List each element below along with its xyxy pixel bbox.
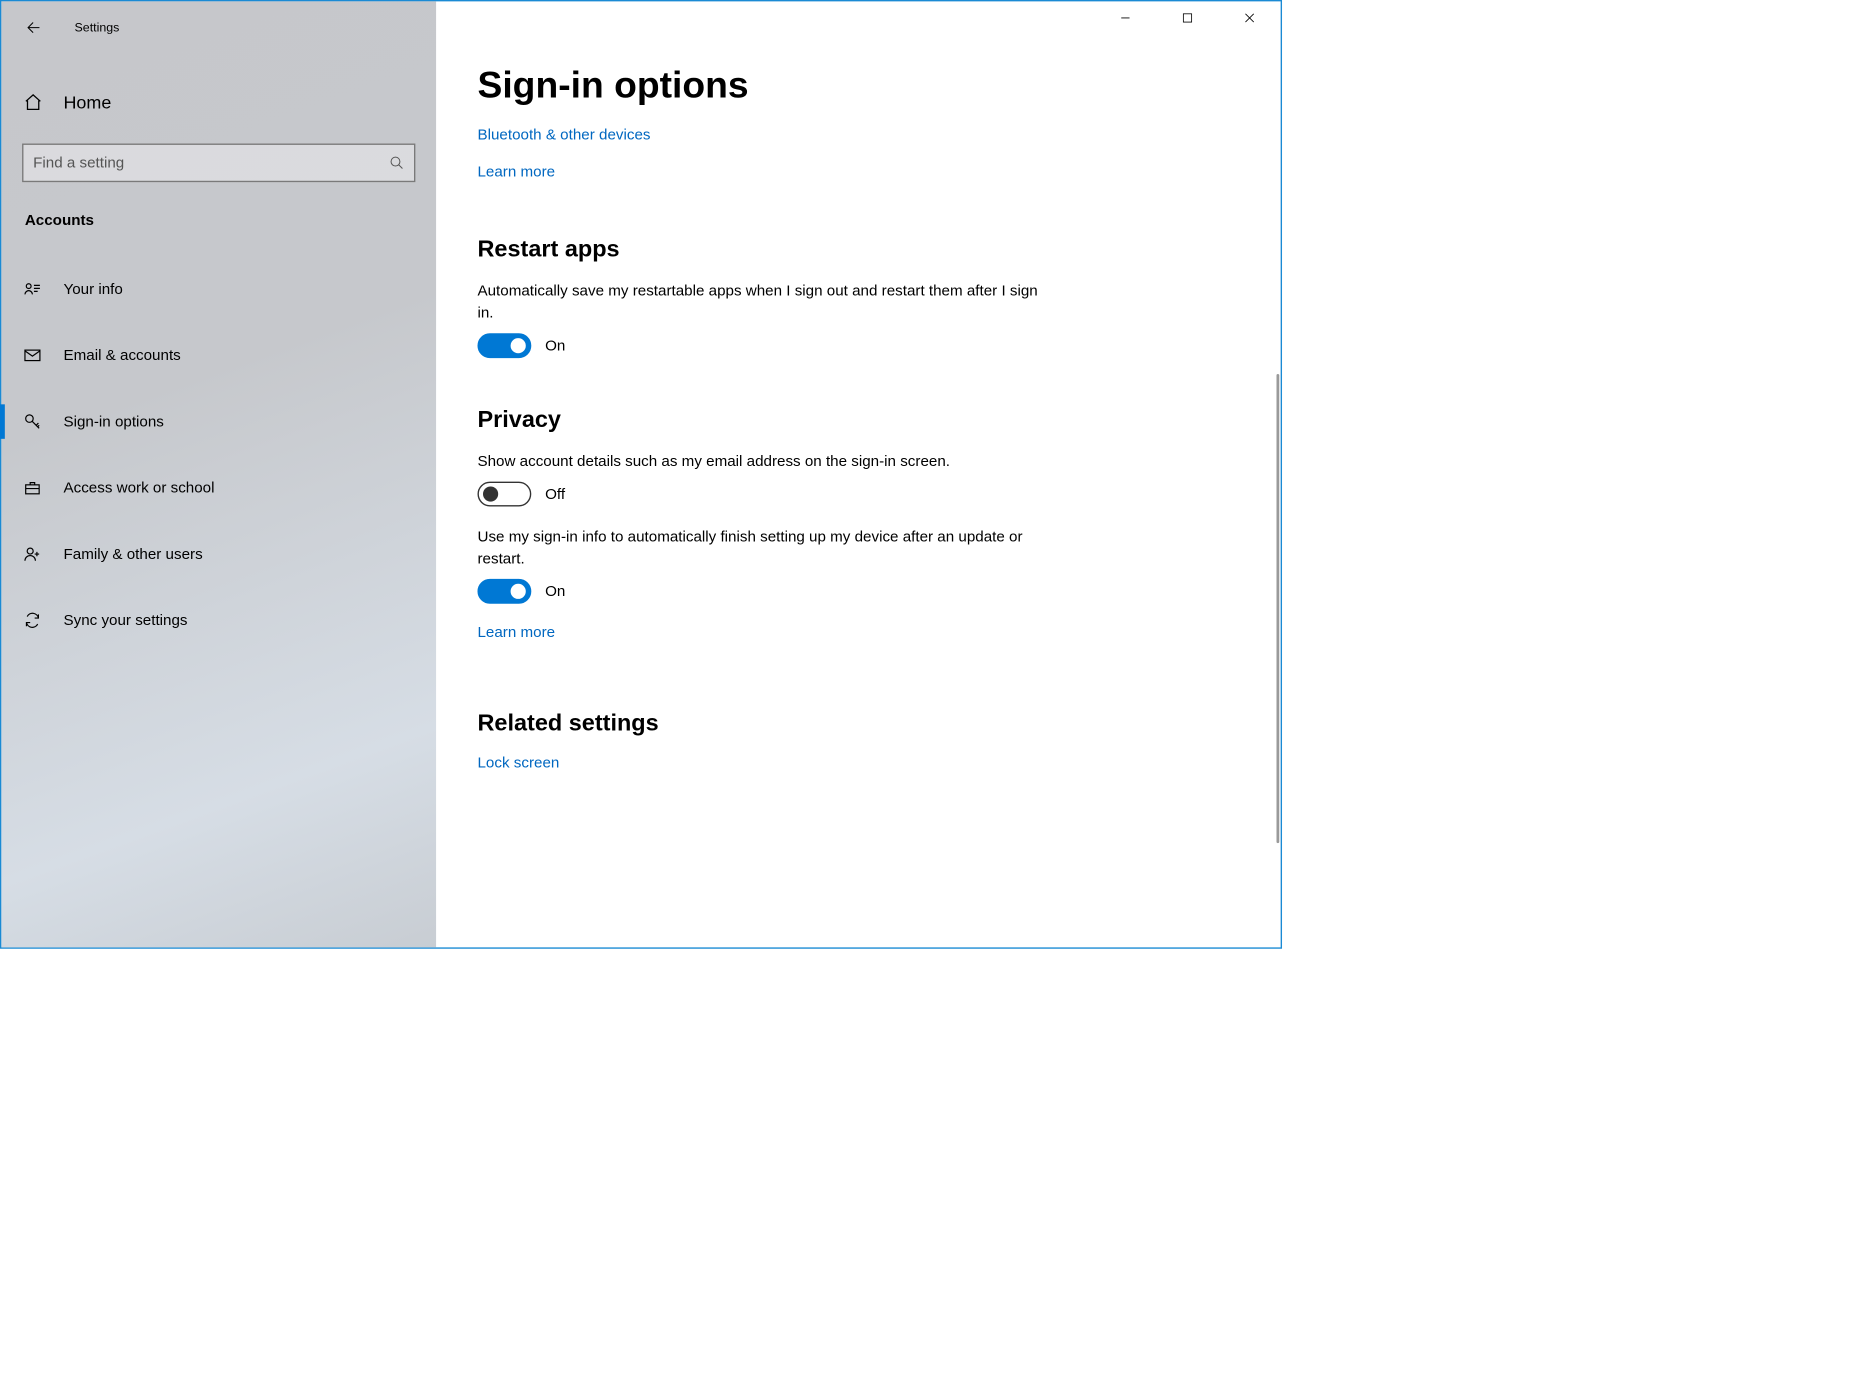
toggle-state-label: On <box>545 583 565 601</box>
heading-privacy: Privacy <box>477 406 1239 433</box>
close-icon <box>1244 12 1255 23</box>
key-icon <box>23 413 44 431</box>
search-input[interactable] <box>33 154 389 172</box>
sidebar-item-family-other-users[interactable]: Family & other users <box>1 527 436 581</box>
toggle-state-label: On <box>545 337 565 355</box>
content-area[interactable]: Sign-in options Bluetooth & other device… <box>436 43 1281 948</box>
desc-privacy-show-account: Show account details such as my email ad… <box>477 450 1057 472</box>
sidebar-item-sign-in-options[interactable]: Sign-in options <box>1 395 436 449</box>
heading-related-settings: Related settings <box>477 710 1239 737</box>
app-title: Settings <box>75 20 120 34</box>
toggle-state-label: Off <box>545 485 565 503</box>
sidebar-item-label: Email & accounts <box>63 346 180 364</box>
arrow-left-icon <box>26 20 41 35</box>
toggle-row-signin-info: On <box>477 579 1239 604</box>
minimize-button[interactable] <box>1094 1 1156 34</box>
person-detail-icon <box>23 280 44 298</box>
back-button[interactable] <box>17 11 50 44</box>
main: Sign-in options Bluetooth & other device… <box>436 1 1281 947</box>
close-button[interactable] <box>1219 1 1281 34</box>
home-icon <box>23 92 44 111</box>
home-label: Home <box>63 91 111 112</box>
settings-window: Settings Home Accounts Your info <box>0 0 1282 949</box>
people-add-icon <box>23 545 44 563</box>
sidebar-item-email-accounts[interactable]: Email & accounts <box>1 328 436 382</box>
category-label: Accounts <box>25 211 436 229</box>
sidebar-item-label: Access work or school <box>63 479 214 497</box>
sidebar-item-label: Family & other users <box>63 545 202 563</box>
heading-restart-apps: Restart apps <box>477 236 1239 263</box>
maximize-button[interactable] <box>1156 1 1218 34</box>
search-icon <box>389 155 404 170</box>
toggle-show-account-details[interactable] <box>477 481 531 506</box>
maximize-icon <box>1183 13 1193 23</box>
toggle-use-signin-info[interactable] <box>477 579 531 604</box>
toggle-restart-apps[interactable] <box>477 333 531 358</box>
link-bluetooth-other-devices[interactable]: Bluetooth & other devices <box>477 126 650 144</box>
sidebar-item-home[interactable]: Home <box>1 77 436 127</box>
sidebar-item-access-work-school[interactable]: Access work or school <box>1 461 436 515</box>
titlebar-left: Settings <box>1 10 436 46</box>
scrollbar[interactable] <box>1277 374 1280 843</box>
toggle-row-show-account: Off <box>477 481 1239 506</box>
desc-restart-apps: Automatically save my restartable apps w… <box>477 279 1057 323</box>
mail-icon <box>23 346 44 364</box>
link-learn-more-top[interactable]: Learn more <box>477 163 555 181</box>
toggle-row-restart-apps: On <box>477 333 1239 358</box>
window-controls <box>1094 1 1280 34</box>
link-lock-screen[interactable]: Lock screen <box>477 754 559 772</box>
search-box[interactable] <box>22 144 415 183</box>
briefcase-icon <box>23 479 44 497</box>
page-title: Sign-in options <box>477 63 1239 106</box>
nav-list: Your info Email & accounts Sign-in optio… <box>1 262 436 659</box>
sidebar-item-label: Sync your settings <box>63 611 187 629</box>
search-wrap <box>22 144 415 183</box>
desc-privacy-signin-info: Use my sign-in info to automatically fin… <box>477 526 1057 570</box>
link-learn-more-privacy[interactable]: Learn more <box>477 623 555 641</box>
sidebar-item-your-info[interactable]: Your info <box>1 262 436 316</box>
sidebar-item-sync-settings[interactable]: Sync your settings <box>1 593 436 647</box>
sidebar: Settings Home Accounts Your info <box>1 1 436 947</box>
sync-icon <box>23 611 44 629</box>
minimize-icon <box>1120 12 1131 23</box>
sidebar-item-label: Sign-in options <box>63 413 163 431</box>
sidebar-item-label: Your info <box>63 280 122 298</box>
